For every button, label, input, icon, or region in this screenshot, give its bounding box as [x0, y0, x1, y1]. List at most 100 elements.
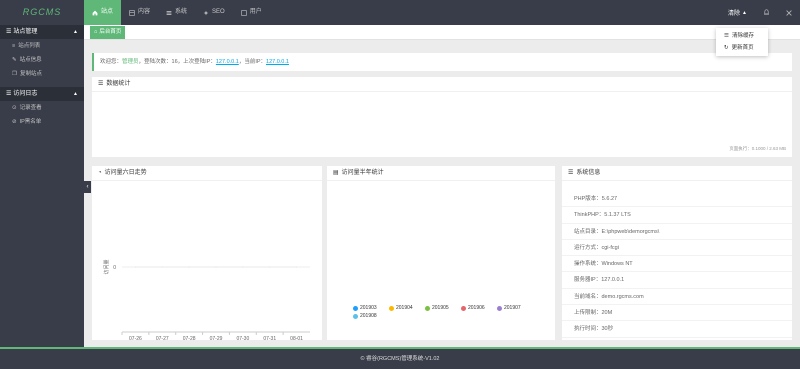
- info-row-domain: 当前域名：demo.rgcms.com: [562, 289, 792, 306]
- refresh-icon: ↻: [724, 45, 729, 51]
- stat-value: 0 / 0: [549, 106, 567, 116]
- nav-content[interactable]: 内容: [121, 0, 158, 25]
- nav-content-label: 内容: [138, 9, 151, 15]
- login-count-label: ，登陆次数：: [138, 59, 172, 65]
- chevron-up-icon: ▲: [73, 29, 78, 35]
- sidebar-item-site-list[interactable]: ≡ 站点列表: [0, 39, 84, 53]
- sidebar-item-copy-site[interactable]: ❐ 复制站点: [0, 67, 84, 81]
- info-row-site-dir: 站点目录：E:\phpweb\demorgcms\: [562, 224, 792, 240]
- nav-system[interactable]: 系统: [158, 0, 195, 25]
- welcome-bar: 欢迎您：管理员，登陆次数：16，上次登陆IP：127.0.0.1，当前IP：12…: [92, 53, 792, 71]
- sidebar-item-ip-blacklist[interactable]: ⊘ IP黑名单: [0, 115, 84, 129]
- trend-chart: 访问量 0 07-26 07-27 07-28 07-29 07-30 07-31 08-01: [103, 259, 310, 340]
- data-point: [295, 266, 298, 268]
- sidebar-collapse-toggle[interactable]: ‹: [84, 181, 91, 193]
- user-icon: [121, 105, 135, 119]
- data-point: [134, 266, 137, 268]
- system-info-title: 系统信息: [576, 169, 601, 176]
- sidebar-item-site-info[interactable]: ✎ 站点信息: [0, 53, 84, 67]
- info-row-exec-time: 执行时间：30秒: [562, 321, 792, 338]
- legend-item[interactable]: 201905: [425, 305, 461, 311]
- layers-icon: [294, 105, 308, 120]
- pulse-icon: [467, 105, 483, 119]
- caret-up-icon: ▲: [742, 9, 747, 16]
- half-year-header: ▤ 访问量半年统计: [327, 166, 555, 181]
- legend-label: 201903: [360, 305, 377, 311]
- nav-user[interactable]: 用户: [233, 0, 270, 25]
- stat-sub-start: 启动：0: [523, 128, 543, 134]
- close-button[interactable]: [778, 0, 800, 25]
- x-tick-label: 07-26: [129, 336, 142, 340]
- system-info-panel: ☰ 系统信息 PHP版本：5.6.27 ThinkPHP：5.1.37 LTS …: [562, 166, 792, 340]
- clear-cache-label: 清除缓存: [731, 33, 754, 39]
- system-icon: [166, 10, 172, 15]
- chart-icon: ◔: [98, 169, 102, 176]
- list-icon: ☰: [724, 33, 729, 39]
- edit-icon: ✎: [12, 57, 17, 63]
- list-icon: ☰: [568, 169, 574, 176]
- legend-label: 201904: [396, 305, 413, 311]
- system-info-header: ☰ 系统信息: [562, 166, 792, 181]
- tab-bar: ⌂ 后台首页: [84, 25, 800, 40]
- tab-home[interactable]: ⌂ 后台首页: [90, 26, 126, 39]
- stat-card-forms[interactable]: 表单数据 1: [619, 98, 785, 142]
- sidebar-group-site[interactable]: ☰ 站点管理 ▲: [0, 25, 84, 39]
- data-point: [188, 266, 190, 268]
- stat-card-visits[interactable]: 今日/今访量 0 / 0 启动：0 IP：0: [445, 98, 611, 142]
- nav-system-label: 系统: [175, 9, 188, 15]
- sidebar-item-records[interactable]: ⊙ 记录查看: [0, 101, 84, 115]
- x-tick-label: 07-27: [156, 336, 169, 340]
- data-point: [268, 266, 271, 268]
- legend-item[interactable]: 201904: [389, 305, 425, 311]
- legend-label: 201907: [504, 305, 521, 311]
- x-tick-label: 07-28: [183, 336, 196, 340]
- sidebar-group-access-log[interactable]: ☰ 访问日志 ▲: [0, 87, 84, 101]
- nav-seo[interactable]: SEO: [195, 0, 233, 25]
- top-right-tools: 清除 ▲: [720, 0, 800, 25]
- legend-item[interactable]: 201908: [353, 313, 389, 319]
- welcome-prefix: 欢迎您：: [100, 59, 123, 65]
- clear-cache-item[interactable]: ☰ 清除缓存: [716, 30, 768, 42]
- legend-dot: [389, 305, 394, 311]
- x-tick-label: 07-30: [236, 336, 249, 340]
- legend-dot: [353, 305, 358, 311]
- trend-chart-header: ◔ 访问量六日走势: [92, 166, 322, 181]
- data-point: [161, 266, 164, 268]
- logo: RGCMS: [22, 7, 62, 17]
- last-ip-link[interactable]: 127.0.0.1: [216, 59, 239, 65]
- stat-label: 开启/官点总数: [112, 127, 144, 133]
- home-icon: ⌂: [94, 29, 98, 35]
- update-home-item[interactable]: ↻ 更新首页: [716, 42, 768, 54]
- bell-button[interactable]: [755, 0, 778, 25]
- stat-card-sites[interactable]: 开启/官点总数 0 / 1: [98, 98, 264, 142]
- stat-label: 今日/今访量: [461, 127, 489, 133]
- cache-menu-button[interactable]: 清除 ▲: [720, 0, 755, 25]
- half-year-panel: ▤ 访问量半年统计 201903 201904 201905 201906 20…: [327, 166, 555, 340]
- cache-dropdown: ☰ 清除缓存 ↻ 更新首页: [716, 28, 768, 56]
- x-tick-label: 07-31: [263, 336, 276, 340]
- sidebar-item-label: IP黑名单: [19, 119, 42, 125]
- stat-card-columns[interactable]: 栏目/栏目总数 6 / 17: [271, 98, 437, 142]
- stat-sub-ip: IP：0: [579, 128, 593, 134]
- legend-item[interactable]: 201906: [461, 305, 497, 311]
- bell-icon: [764, 9, 769, 15]
- top-nav: 站点 内容 系统 SEO 用户: [84, 0, 270, 25]
- info-row-thinkphp: ThinkPHP：5.1.37 LTS: [562, 207, 792, 224]
- stats-header: ☰ 数据统计: [92, 77, 792, 92]
- nav-site[interactable]: 站点: [84, 0, 122, 25]
- update-home-label: 更新首页: [731, 45, 754, 51]
- last-ip-label: ，上次登陆IP：: [177, 59, 216, 65]
- legend-dot: [497, 305, 502, 311]
- home-icon: [92, 10, 98, 15]
- half-year-title: 访问量半年统计: [341, 169, 384, 176]
- legend-dot: [461, 305, 466, 311]
- legend-item[interactable]: 201907: [497, 305, 533, 311]
- sidebar-item-label: 记录查看: [19, 105, 42, 111]
- welcome-username: 管理员: [122, 59, 139, 65]
- legend-dot: [353, 313, 358, 319]
- legend-label: 201908: [360, 313, 377, 319]
- info-row-upload-limit: 上传限制：20M: [562, 305, 792, 322]
- legend-item[interactable]: 201903: [353, 305, 389, 311]
- close-icon: [786, 9, 792, 16]
- current-ip-link[interactable]: 127.0.0.1: [266, 59, 289, 65]
